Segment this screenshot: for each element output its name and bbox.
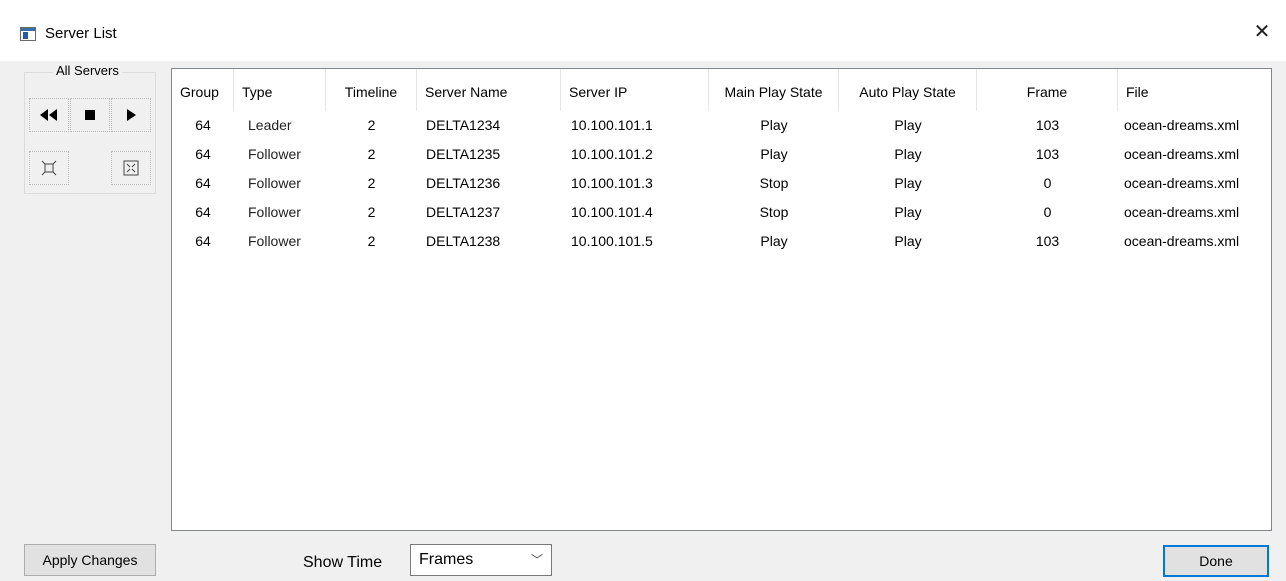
app-window-icon: [20, 27, 36, 41]
table-row[interactable]: 64 Follower 2 DELTA1238 10.100.101.5 Play Play…: [172, 227, 1271, 256]
apply-changes-button[interactable]: Apply Changes: [24, 544, 156, 576]
cell-main-play-state: Play: [760, 233, 788, 249]
table-row[interactable]: 64 Follower 2 DELTA1236 10.100.101.3 Stop Play…: [172, 169, 1271, 198]
cell-file: ocean-dreams.xml: [1124, 146, 1240, 162]
show-time-select[interactable]: Frames ﹀: [410, 544, 552, 576]
column-header-frame[interactable]: Frame: [977, 69, 1118, 111]
collapse-button[interactable]: [111, 151, 151, 185]
cell-group: 64: [195, 233, 211, 249]
cell-server-ip: 10.100.101.1: [571, 117, 653, 133]
cell-server-name: DELTA1238: [426, 233, 501, 249]
done-button[interactable]: Done: [1163, 545, 1269, 577]
cell-file: ocean-dreams.xml: [1124, 175, 1240, 191]
play-icon: [127, 109, 136, 121]
cell-type: Follower: [248, 146, 301, 162]
stop-icon: [85, 110, 95, 120]
rewind-button[interactable]: [29, 98, 69, 132]
expand-button[interactable]: [29, 151, 69, 185]
cell-frame: 103: [1035, 233, 1060, 249]
cell-timeline: 2: [367, 146, 376, 162]
column-header-server-ip[interactable]: Server IP: [561, 69, 709, 111]
table-header: Group Type Timeline Server Name Server I…: [172, 69, 1271, 111]
cell-type: Leader: [248, 117, 292, 133]
cell-group: 64: [195, 146, 211, 162]
cell-timeline: 2: [367, 175, 376, 191]
cell-group: 64: [195, 204, 211, 220]
stop-button[interactable]: [70, 98, 110, 132]
chevron-down-icon: ﹀: [530, 553, 543, 567]
cell-server-ip: 10.100.101.5: [571, 233, 653, 249]
cell-auto-play-state: Play: [894, 146, 922, 162]
column-header-main-play-state[interactable]: Main Play State: [709, 69, 839, 111]
table-row[interactable]: 64 Leader 2 DELTA1234 10.100.101.1 Play Play 10…: [172, 111, 1271, 140]
close-button[interactable]: ✕: [1252, 22, 1272, 42]
window-title: Server List: [45, 25, 117, 42]
column-header-auto-play-state[interactable]: Auto Play State: [839, 69, 977, 111]
cell-server-name: DELTA1237: [426, 204, 501, 220]
cell-file: ocean-dreams.xml: [1124, 204, 1240, 220]
table-row[interactable]: 64 Follower 2 DELTA1237 10.100.101.4 Stop Play…: [172, 198, 1271, 227]
show-time-value: Frames: [419, 551, 474, 568]
cell-timeline: 2: [367, 117, 376, 133]
column-header-server-name[interactable]: Server Name: [417, 69, 561, 111]
cell-main-play-state: Stop: [759, 204, 789, 220]
title-bar: Server List ✕: [0, 0, 1286, 62]
collapse-icon: [123, 160, 139, 176]
column-header-type[interactable]: Type: [234, 69, 326, 111]
cell-auto-play-state: Play: [894, 175, 922, 191]
close-icon: ✕: [1253, 21, 1271, 43]
cell-frame: 103: [1035, 117, 1060, 133]
rewind-icon: [40, 109, 57, 121]
cell-group: 64: [195, 175, 211, 191]
expand-icon: [41, 160, 57, 176]
show-time-label: Show Time: [303, 554, 383, 571]
cell-frame: 0: [1043, 175, 1052, 191]
cell-auto-play-state: Play: [894, 117, 922, 133]
cell-type: Follower: [248, 204, 301, 220]
cell-server-ip: 10.100.101.2: [571, 146, 653, 162]
table-row[interactable]: 64 Follower 2 DELTA1235 10.100.101.2 Play Play…: [172, 140, 1271, 169]
column-header-group[interactable]: Group: [172, 69, 234, 111]
cell-type: Follower: [248, 233, 301, 249]
cell-server-ip: 10.100.101.4: [571, 204, 653, 220]
server-table[interactable]: Group Type Timeline Server Name Server I…: [171, 68, 1272, 531]
cell-main-play-state: Stop: [759, 175, 789, 191]
cell-group: 64: [195, 117, 211, 133]
cell-auto-play-state: Play: [894, 204, 922, 220]
cell-timeline: 2: [367, 233, 376, 249]
cell-server-name: DELTA1236: [426, 175, 501, 191]
column-header-file[interactable]: File: [1118, 69, 1271, 111]
column-header-timeline[interactable]: Timeline: [326, 69, 417, 111]
cell-file: ocean-dreams.xml: [1124, 117, 1240, 133]
cell-main-play-state: Play: [760, 117, 788, 133]
all-servers-group: All Servers: [24, 63, 156, 194]
cell-server-ip: 10.100.101.3: [571, 175, 653, 191]
cell-frame: 0: [1043, 204, 1052, 220]
cell-type: Follower: [248, 175, 301, 191]
group-label: All Servers: [53, 63, 122, 78]
cell-server-name: DELTA1234: [426, 117, 501, 133]
cell-timeline: 2: [367, 204, 376, 220]
play-button[interactable]: [111, 98, 151, 132]
cell-frame: 103: [1035, 146, 1060, 162]
cell-main-play-state: Play: [760, 146, 788, 162]
cell-file: ocean-dreams.xml: [1124, 233, 1240, 249]
cell-auto-play-state: Play: [894, 233, 922, 249]
cell-server-name: DELTA1235: [426, 146, 501, 162]
